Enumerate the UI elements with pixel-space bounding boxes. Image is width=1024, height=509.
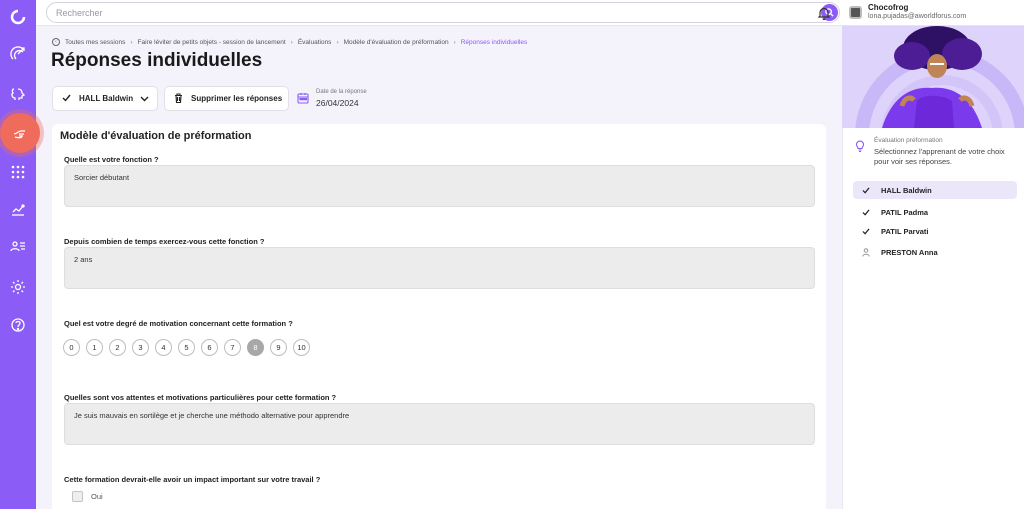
grid-icon[interactable] [9,163,27,181]
hint-text: Sélectionnez l'apprenant de votre choix … [874,147,1005,166]
page-title: Réponses individuelles [51,50,263,71]
answer-field: Je suis mauvais en sortilège et je cherc… [64,403,815,445]
breadcrumb-current: Réponses individuelles [460,38,528,46]
calendar-icon [297,91,309,109]
scale-option[interactable]: 7 [224,339,241,356]
learner-select-value: HALL Baldwin [79,94,134,103]
search-input[interactable] [56,5,776,21]
hint-title: Évaluation préformation [874,137,943,144]
checkbox-oui[interactable] [72,491,83,502]
question-label: Quelles sont vos attentes et motivations… [64,393,337,402]
check-icon [62,94,71,104]
scale-option[interactable]: 3 [132,339,149,356]
form-title: Modèle d'évaluation de préformation [60,130,252,142]
question-label: Quel est votre degré de motivation conce… [64,319,293,328]
brain-icon[interactable] [9,85,27,103]
motivation-scale: 0 1 2 3 4 5 6 7 8 9 10 [63,339,316,356]
question-label: Quelle est votre fonction ? [64,155,159,164]
learner-item[interactable]: PATIL Parvati [853,222,1017,240]
question-label: Depuis combien de temps exercez-vous cet… [64,237,265,246]
learner-name: HALL Baldwin [881,185,932,195]
breadcrumb-item[interactable]: Faire léviter de petits objets - session… [138,39,286,46]
bell-icon[interactable] [816,5,832,21]
scale-option[interactable]: 4 [155,339,172,356]
scale-option[interactable]: 10 [293,339,310,356]
learner-name: PATIL Padma [881,207,929,217]
sidebar [0,0,40,509]
users-list-icon[interactable] [9,238,27,256]
learner-select[interactable]: HALL Baldwin [52,86,158,111]
avatar[interactable] [849,6,862,19]
answer-field: 2 ans [64,247,815,289]
topbar: Chocofrog lona.pujadas@aworldforus.com [36,0,1024,26]
scale-option[interactable]: 8 [247,339,264,356]
scale-option[interactable]: 0 [63,339,80,356]
scale-option[interactable]: 5 [178,339,195,356]
question-label: Cette formation devrait-elle avoir un im… [64,475,321,484]
scale-option[interactable]: 9 [270,339,287,356]
response-date-label: Date de la réponse [316,89,367,95]
learner-item[interactable]: PRESTON Anna [853,243,1017,261]
chart-icon[interactable] [9,200,27,218]
help-icon[interactable] [9,316,27,334]
target-arrow-icon[interactable] [9,45,27,63]
nav-evaluations-active[interactable] [0,113,40,153]
person-icon [859,247,873,257]
search-bar [46,2,840,23]
hero-illustration [842,26,1024,128]
trash-icon [174,92,183,105]
learner-item[interactable]: HALL Baldwin [853,181,1017,199]
response-date-value: 26/04/2024 [316,98,359,108]
chevron-right-icon: › [336,38,339,46]
breadcrumb-item[interactable]: Modèle d'évaluation de préformation [344,39,449,46]
checkbox-label: Oui [91,492,103,501]
scale-option[interactable]: 1 [86,339,103,356]
answer-field: Sorcier débutant [64,165,815,207]
user-email: lona.pujadas@aworldforus.com [868,13,967,20]
lightbulb-icon [855,139,865,157]
delete-responses-button[interactable]: Supprimer les réponses [164,86,289,111]
chevron-right-icon: › [130,38,133,46]
breadcrumb-item[interactable]: Évaluations [298,39,332,46]
chevron-right-icon: › [453,38,456,46]
chevron-down-icon [140,94,149,105]
settings-icon[interactable] [9,278,27,296]
breadcrumb: ‹ Toutes mes sessions › Faire léviter de… [52,37,527,47]
hand-icon [13,130,25,139]
logo-icon[interactable] [9,8,27,26]
learner-name: PATIL Parvati [881,226,929,236]
check-icon [859,227,873,235]
scale-option[interactable]: 6 [201,339,218,356]
learner-name: PRESTON Anna [881,247,938,257]
check-icon [859,186,873,194]
learner-item[interactable]: PATIL Padma [853,203,1017,221]
user-name[interactable]: Chocofrog [868,3,908,12]
back-icon[interactable]: ‹ [52,38,60,46]
scale-option[interactable]: 2 [109,339,126,356]
delete-responses-label: Supprimer les réponses [191,94,283,103]
chevron-right-icon: › [290,38,293,46]
breadcrumb-item[interactable]: Toutes mes sessions [65,39,125,46]
check-icon [859,208,873,216]
